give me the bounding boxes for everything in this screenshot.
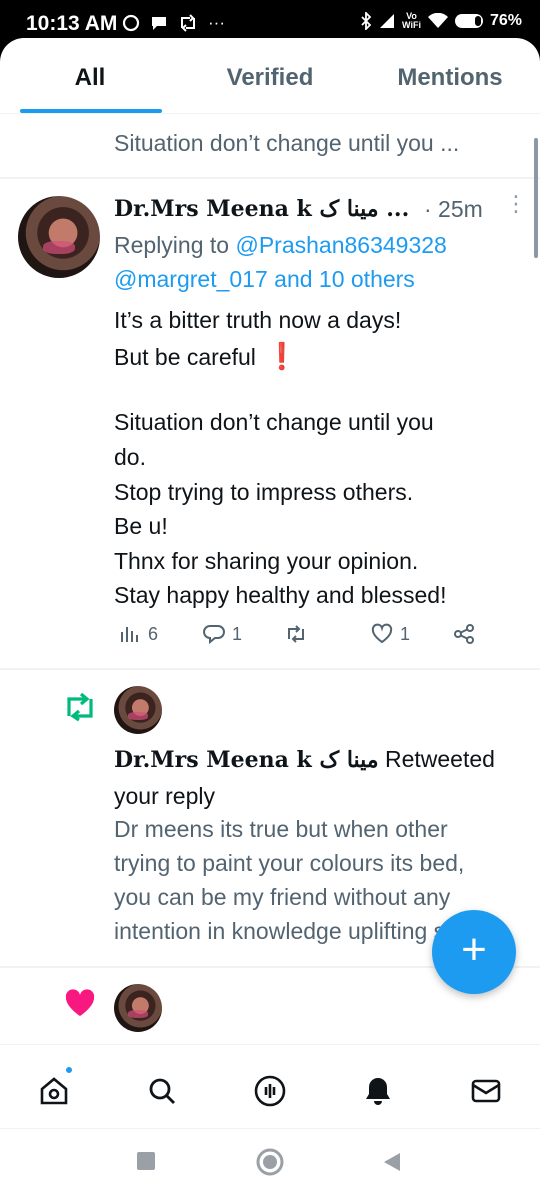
tweet-timestamp: · 25m [424,196,483,222]
unread-dot [64,1065,74,1075]
reply-icon [203,625,225,645]
notifications-screen: All Verified Mentions Situation don’t ch… [0,38,540,1200]
system-navigation-bar [0,1128,540,1200]
retweet-icon [288,625,304,643]
tweet-text-line: But be careful ❗ [114,341,299,371]
retweet-notification-text: your reply [114,783,215,809]
spaces-icon [254,1075,286,1107]
retweet-icon [67,692,93,722]
tweet-text-line: Situation don’t change until you [114,409,434,435]
nav-home[interactable] [34,1071,74,1111]
chat-bubble-icon [152,17,166,30]
nav-notifications[interactable] [358,1071,398,1111]
home-icon [40,1077,68,1105]
nav-messages[interactable] [466,1071,506,1111]
home-button[interactable] [256,1148,284,1176]
quoted-reply-line: intention in knowledge uplifting s... [114,918,465,944]
replying-to: Replying to @Prashan86349328 [114,232,447,258]
battery-level: 76% [489,12,522,29]
tweet-author[interactable]: Dr.Mrs Meena k مینا ک ... [114,196,409,222]
views-icon [121,627,138,642]
tweet-text-line: It’s a bitter truth now a days! [114,307,402,333]
more-options-icon[interactable]: ⋮ [505,193,527,215]
nav-spaces[interactable] [250,1071,290,1111]
back-button[interactable] [382,1151,402,1173]
bottom-navigation [0,1044,540,1134]
like-count: 1 [400,623,411,644]
previous-tweet-snippet[interactable]: Situation don’t change until you ... [114,130,459,157]
battery-icon [454,14,483,28]
nav-search[interactable] [142,1071,182,1111]
notification-author: Dr.Mrs Meena k مینا ک [114,747,379,773]
heart-icon [65,989,95,1016]
status-notification-icons: ··· [122,13,225,33]
status-time: 10:13 AM [26,12,118,35]
retweet-notification-text[interactable]: Dr.Mrs Meena k مینا ک Retweeted [114,746,495,773]
notifications-icon [366,1078,390,1105]
messages-icon [471,1079,501,1103]
notification-tabs: All Verified Mentions [0,38,540,114]
retweet-notification-icon [181,14,195,32]
status-system-icons: Vo WiFi 76% [360,12,522,30]
like-icon [371,623,393,644]
more-dots-icon: ··· [208,13,225,32]
tweet-text-line: Stay happy healthy and blessed! [114,582,447,608]
divider [0,668,540,670]
bluetooth-icon [361,12,372,30]
share-icon [454,624,474,644]
views-count: 6 [148,623,159,644]
tab-all[interactable]: All [0,38,180,113]
quoted-reply-line: trying to paint your colours its bed, [114,850,465,876]
reply-count: 1 [232,623,243,644]
mention-link[interactable]: @margret_017 and 10 others [114,266,415,293]
like-button[interactable]: 1 [370,622,410,646]
whatsapp-icon [122,14,140,32]
quoted-reply-line: Dr meens its true but when other [114,816,448,842]
vowifi-label: Vo WiFi [402,11,421,30]
reply-button[interactable]: 1 [202,622,242,646]
avatar[interactable] [114,686,162,734]
divider [0,177,540,179]
views-button[interactable]: 6 [118,622,158,646]
quoted-reply-line: you can be my friend without any [114,884,451,910]
tweet-text-line: do. [114,444,146,470]
tweet-actions: 6 1 1 [114,622,494,662]
search-icon [149,1078,175,1104]
wifi-icon [427,13,448,28]
tweet-text-line: Stop trying to impress others. [114,479,414,505]
signal-icon [380,14,395,28]
tab-verified[interactable]: Verified [180,38,360,113]
tweet-text-line: Be u! [114,513,168,539]
share-button[interactable] [452,622,476,646]
mention-link[interactable]: @Prashan86349328 [235,232,446,258]
compose-tweet-button[interactable]: + [432,910,516,994]
avatar[interactable] [114,984,162,1032]
avatar[interactable] [18,196,100,278]
scrollbar[interactable] [534,138,538,258]
recents-button[interactable] [136,1151,156,1171]
tab-mentions[interactable]: Mentions [360,38,540,113]
retweet-button[interactable] [284,622,314,646]
exclamation-emoji: ❗ [265,341,299,371]
tweet-text-line: Thnx for sharing your opinion. [114,548,419,574]
